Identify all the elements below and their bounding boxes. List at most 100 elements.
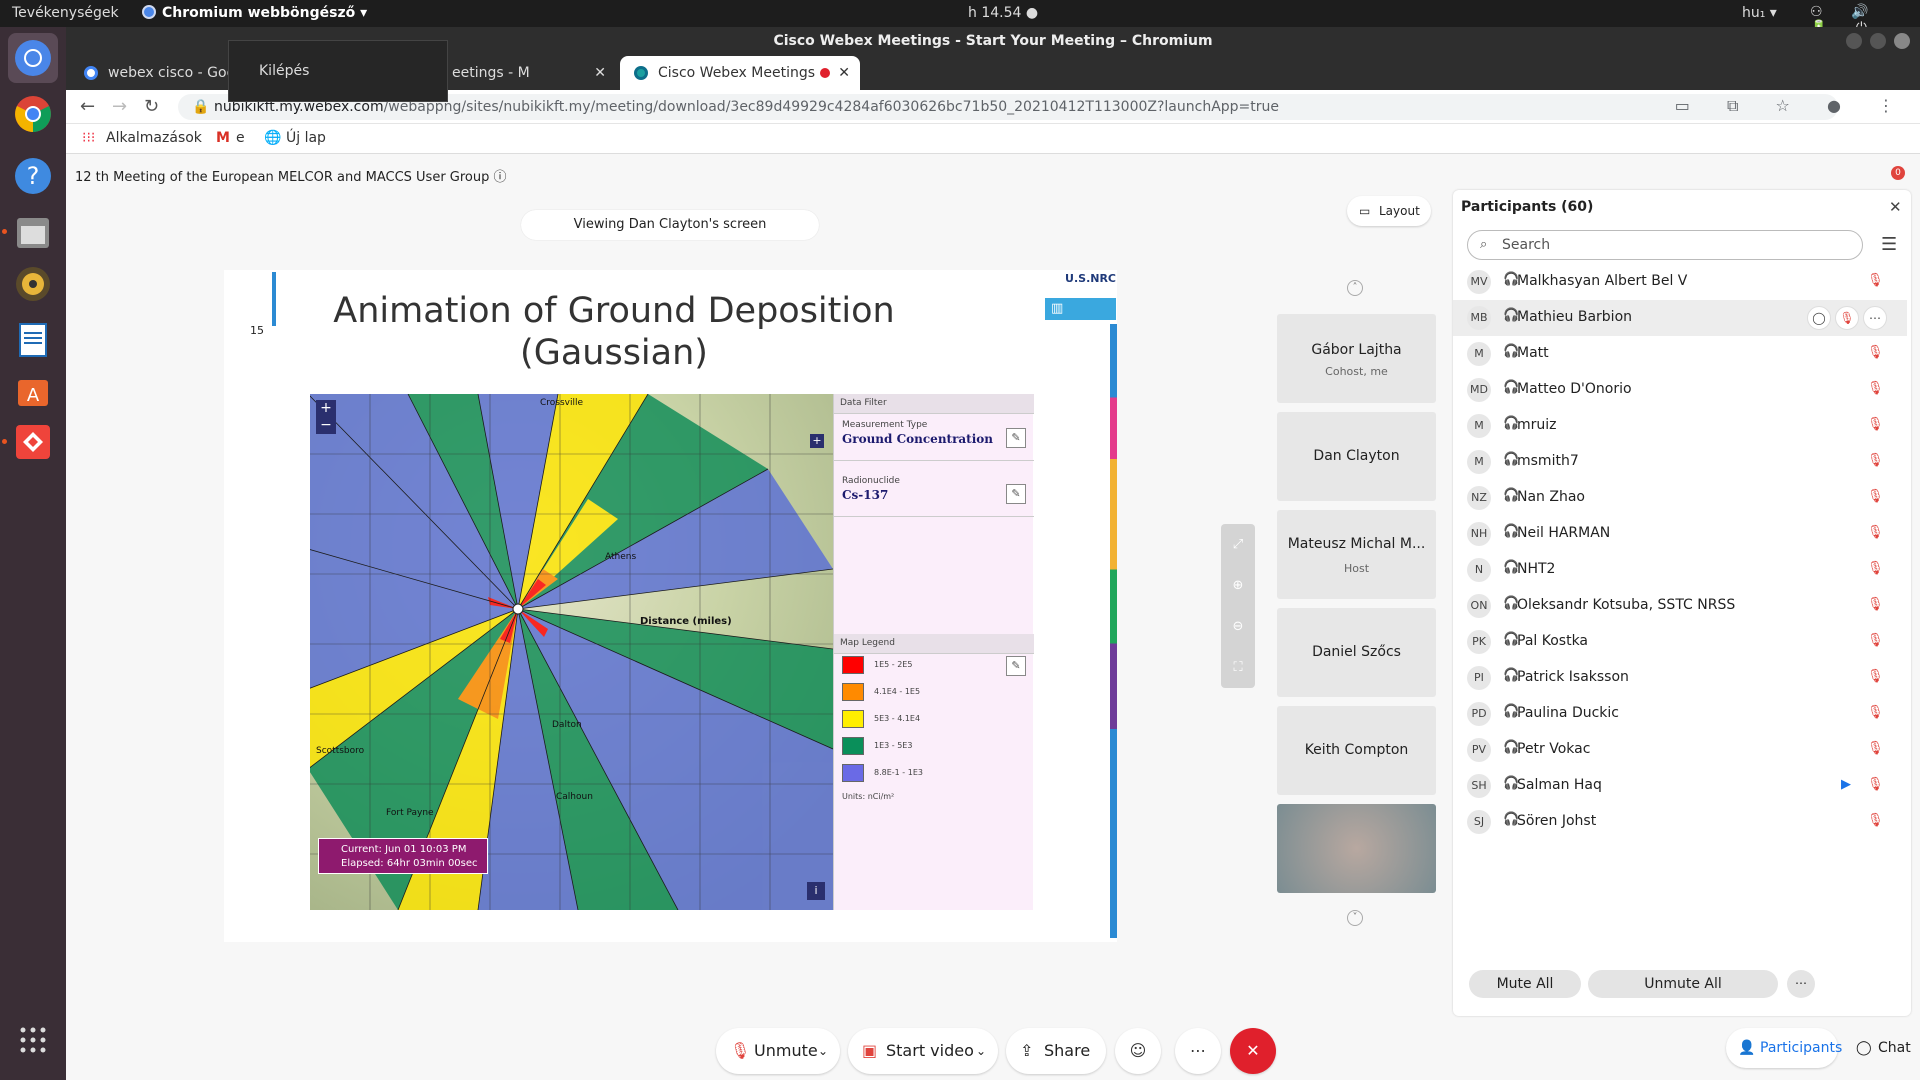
participant-row[interactable]: MB 🎧 Mathieu Barbion ◯ 🎙 ⋯ [1453, 300, 1907, 336]
muted-mic-icon[interactable]: 🎙 [1867, 813, 1884, 828]
muted-mic-icon[interactable]: 🎙 [1867, 597, 1884, 612]
fullscreen-icon[interactable]: ⤢ [1221, 524, 1255, 565]
video-feed[interactable] [1277, 804, 1436, 893]
more-options-button[interactable]: ⋯ [1175, 1028, 1221, 1074]
bookmark-e[interactable]: e [236, 130, 245, 146]
muted-mic-icon[interactable]: 🎙 [1867, 381, 1884, 396]
muted-mic-icon[interactable]: 🎙 [1867, 705, 1884, 720]
layout-button[interactable]: ▭ Layout [1347, 196, 1431, 226]
bookmark-apps[interactable]: Alkalmazások [106, 130, 202, 146]
video-tile[interactable]: Mateusz Michal M... Host [1277, 510, 1436, 599]
place-label: Scottsboro [316, 746, 365, 756]
participants-tab-button[interactable]: 👤 Participants [1726, 1028, 1842, 1068]
toolbar-icons[interactable]: ▭ ⧉ ☆ ● ⋮ [1675, 96, 1910, 116]
end-meeting-button[interactable]: ✕ [1230, 1028, 1276, 1074]
activities-button[interactable]: Tevékenységek [12, 5, 119, 21]
forward-icon[interactable]: → [112, 96, 127, 117]
writer-dock-icon[interactable] [8, 315, 58, 365]
participants-more-button[interactable]: ⋯ [1787, 970, 1815, 998]
share-button[interactable]: ⇪ Share [1006, 1028, 1106, 1074]
unmute-all-button[interactable]: Unmute All [1588, 970, 1778, 998]
map-expand-icon[interactable]: + [810, 434, 824, 448]
show-apps-icon[interactable] [8, 1015, 58, 1065]
edit-measurement-icon[interactable]: ✎ [1006, 428, 1026, 448]
video-tile[interactable]: Keith Compton [1277, 706, 1436, 795]
chevron-down-icon[interactable]: ⌄ [818, 1028, 828, 1074]
maximize-icon[interactable] [1870, 33, 1886, 49]
participant-row[interactable]: NH 🎧 Neil HARMAN 🎙 [1453, 516, 1907, 552]
participant-row[interactable]: M 🎧 Matt 🎙 [1453, 336, 1907, 372]
participant-row[interactable]: NZ 🎧 Nan Zhao 🎙 [1453, 480, 1907, 516]
language-indicator[interactable]: hu₁ ▾ [1742, 5, 1777, 21]
chromium-dock-icon[interactable] [8, 33, 58, 83]
edit-legend-icon[interactable]: ✎ [1006, 656, 1026, 676]
fit-icon[interactable]: ⛶ [1221, 647, 1255, 688]
bookmark-new-tab[interactable]: Új lap [286, 130, 326, 146]
reload-icon[interactable]: ↻ [144, 96, 159, 117]
tab-close-icon[interactable]: ✕ [838, 56, 850, 90]
mute-all-button[interactable]: Mute All [1469, 970, 1581, 998]
tab-webex-meetings[interactable]: Cisco Webex Meetings ✕ [620, 56, 860, 90]
video-tile[interactable]: Dan Clayton [1277, 412, 1436, 501]
participant-row[interactable]: M 🎧 mruiz 🎙 [1453, 408, 1907, 444]
tab-webex-meetings-old[interactable]: eetings - M ✕ [446, 56, 616, 90]
rhythmbox-dock-icon[interactable] [8, 259, 58, 309]
scroll-up-icon[interactable]: ˄ [1347, 280, 1363, 296]
muted-mic-icon[interactable]: 🎙 [1867, 345, 1884, 360]
back-icon[interactable]: ← [80, 96, 95, 117]
participant-search-input[interactable]: ⌕ Search [1467, 230, 1863, 260]
anydesk-dock-icon[interactable] [8, 417, 58, 467]
muted-mic-icon[interactable]: 🎙 [1867, 669, 1884, 684]
participant-row[interactable]: N 🎧 NHT2 🎙 [1453, 552, 1907, 588]
muted-mic-icon[interactable]: 🎙 [1867, 417, 1884, 432]
participant-row[interactable]: PK 🎧 Pal Kostka 🎙 [1453, 624, 1907, 660]
tab-close-icon[interactable]: ✕ [594, 56, 606, 90]
mute-icon[interactable]: 🎙 [1835, 306, 1859, 330]
participant-row[interactable]: ON 🎧 Oleksandr Kotsuba, SSTC NRSS 🎙 [1453, 588, 1907, 624]
muted-mic-icon[interactable]: 🎙 [1867, 777, 1884, 792]
muted-mic-icon[interactable]: 🎙 [1867, 561, 1884, 576]
muted-mic-icon[interactable]: 🎙 [1867, 741, 1884, 756]
help-dock-icon[interactable]: ? [8, 151, 58, 201]
participant-row[interactable]: PV 🎧 Petr Vokac 🎙 [1453, 732, 1907, 768]
participant-row[interactable]: M 🎧 msmith7 🎙 [1453, 444, 1907, 480]
software-dock-icon[interactable]: A [8, 365, 58, 415]
muted-mic-icon[interactable]: 🎙 [1867, 525, 1884, 540]
info-icon[interactable]: ⓘ [494, 170, 507, 185]
chevron-down-icon[interactable]: ⌄ [976, 1028, 986, 1074]
app-menu[interactable]: Chromium webböngésző ▾ [142, 5, 367, 21]
map-zoom-controls[interactable]: + − [316, 400, 336, 434]
start-video-button[interactable]: ▣ Start video ⌄ [848, 1028, 998, 1074]
files-dock-icon[interactable] [8, 207, 58, 257]
minimize-icon[interactable] [1846, 33, 1862, 49]
zoom-out-icon[interactable]: ⊖ [1221, 606, 1255, 647]
reactions-button[interactable]: ☺ [1115, 1028, 1161, 1074]
map-info-icon[interactable]: i [807, 882, 825, 900]
unmute-button[interactable]: 🎙 Unmute ⌄ [716, 1028, 840, 1074]
slide-title-line2: (Gaussian) [520, 333, 708, 373]
close-window-icon[interactable] [1894, 33, 1910, 49]
notification-badge[interactable]: 0 [1891, 166, 1905, 180]
chat-icon[interactable]: ◯ [1807, 306, 1831, 330]
chat-tab-button[interactable]: ◯ Chat [1852, 1028, 1920, 1068]
participant-row[interactable]: MV 🎧 Malkhasyan Albert Bel V 🎙 [1453, 264, 1907, 300]
participant-row[interactable]: SH 🎧 Salman Haq ▶ 🎙 [1453, 768, 1907, 804]
participant-row[interactable]: SJ 🎧 Sören Johst 🎙 [1453, 804, 1907, 834]
participant-row[interactable]: MD 🎧 Matteo D'Onorio 🎙 [1453, 372, 1907, 408]
zoom-in-icon[interactable]: ⊕ [1221, 565, 1255, 606]
clock[interactable]: h 14.54 ● [968, 5, 1038, 21]
scroll-down-icon[interactable]: ˅ [1347, 910, 1363, 926]
edit-radionuclide-icon[interactable]: ✎ [1006, 484, 1026, 504]
participant-row[interactable]: PI 🎧 Patrick Isaksson 🎙 [1453, 660, 1907, 696]
video-tile[interactable]: Gábor Lajtha Cohost, me [1277, 314, 1436, 403]
close-panel-icon[interactable]: ✕ [1889, 198, 1902, 216]
muted-mic-icon[interactable]: 🎙 [1867, 489, 1884, 504]
muted-mic-icon[interactable]: 🎙 [1867, 633, 1884, 648]
more-icon[interactable]: ⋯ [1863, 306, 1887, 330]
sort-icon[interactable]: ☰ [1881, 234, 1897, 255]
chrome-dock-icon[interactable] [8, 89, 58, 139]
muted-mic-icon[interactable]: 🎙 [1867, 273, 1884, 288]
video-tile[interactable]: Daniel Szőcs [1277, 608, 1436, 697]
participant-row[interactable]: PD 🎧 Paulina Duckic 🎙 [1453, 696, 1907, 732]
muted-mic-icon[interactable]: 🎙 [1867, 453, 1884, 468]
